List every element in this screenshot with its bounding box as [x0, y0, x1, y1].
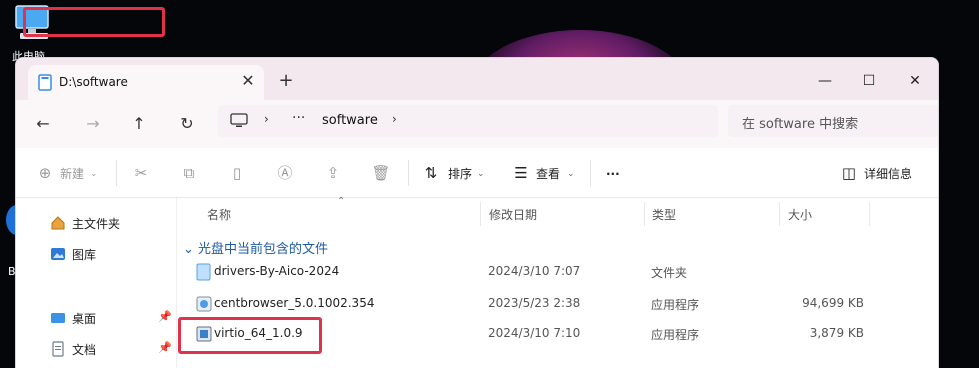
file-explorer-window: D:\software ✕ + — ☐ ✕ ← → ↑ ↻ › ··· soft… [15, 57, 939, 368]
file-size: 94,699 KB [802, 296, 864, 310]
column-header-size[interactable]: 大小 [788, 206, 812, 223]
sort-icon: ⇅ [424, 164, 438, 182]
chevron-down-icon: ⌄ [183, 242, 199, 257]
file-name: drivers-By-Aico-2024 [214, 264, 340, 278]
toolbar-divider [590, 160, 591, 186]
up-button[interactable]: ↑ [126, 112, 152, 136]
column-header-type[interactable]: 类型 [652, 206, 676, 223]
search-box[interactable]: 在 software 中搜索 [728, 105, 938, 137]
group-header[interactable]: ⌄ 光盘中当前包含的文件 [183, 238, 328, 257]
file-name: centbrowser_5.0.1002.354 [214, 296, 375, 310]
column-divider[interactable] [644, 202, 645, 226]
tab-title: D:\software [59, 75, 128, 89]
maximize-button[interactable]: ☐ [846, 66, 892, 96]
navigation-pane: 主文件夹 图库 桌面 📌 文档 📌 [16, 198, 176, 368]
file-type: 应用程序 [651, 328, 700, 342]
address-bar[interactable]: › ··· software › [218, 105, 718, 137]
toolbar-divider [116, 160, 117, 186]
breadcrumb-software[interactable]: software [322, 113, 378, 128]
details-button[interactable]: 详细信息 [864, 162, 912, 186]
new-tab-button[interactable]: + [276, 71, 296, 91]
details-pane-icon: ◫ [841, 164, 857, 182]
new-plus-icon: ⊕ [38, 164, 52, 182]
column-divider[interactable] [869, 202, 870, 226]
gallery-icon [50, 246, 66, 262]
sort-button[interactable]: 排序 [448, 162, 472, 186]
copy-icon[interactable]: ⧉ [178, 162, 200, 184]
new-button[interactable]: 新建 [60, 162, 84, 186]
file-type: 应用程序 [651, 298, 700, 312]
table-row[interactable]: centbrowser_5.0.1002.354 2023/5/23 2:38 … [176, 290, 938, 320]
documents-icon [50, 341, 66, 357]
home-icon [50, 215, 66, 231]
title-bar: D:\software ✕ + — ☐ ✕ [16, 58, 938, 100]
more-options-button[interactable]: ··· [606, 162, 620, 186]
rename-icon[interactable]: Ⓐ [274, 162, 296, 184]
column-divider[interactable] [779, 202, 780, 226]
chevron-right-icon[interactable]: › [264, 112, 269, 126]
table-row[interactable]: virtio_64_1.0.9 2024/3/10 7:10 应用程序 3,87… [176, 320, 938, 350]
file-date: 2024/3/10 7:07 [488, 264, 581, 278]
file-name: virtio_64_1.0.9 [214, 326, 303, 340]
column-header-date[interactable]: 修改日期 [489, 206, 537, 223]
command-bar: ⊕ 新建 ⌄ ✂ ⧉ ▯ Ⓐ ⇪ 🗑 ⇅ 排序 ⌄ ☰ 查看 ⌄ ··· ◫ 详… [16, 148, 938, 198]
this-pc-desktop-icon[interactable] [12, 2, 52, 46]
close-window-button[interactable]: ✕ [892, 66, 938, 96]
forward-button[interactable]: → [80, 112, 106, 136]
table-row[interactable]: drivers-By-Aico-2024 2024/3/10 7:07 文件夹 [176, 258, 938, 288]
view-button[interactable]: 查看 [536, 162, 560, 186]
pin-icon[interactable]: 📌 [158, 310, 172, 323]
file-date: 2023/5/23 2:38 [488, 296, 581, 310]
chevron-right-icon[interactable]: › [392, 112, 397, 126]
cut-icon[interactable]: ✂ [130, 162, 152, 184]
search-placeholder: 在 software 中搜索 [742, 117, 859, 132]
installer-icon [196, 325, 212, 343]
minimize-button[interactable]: — [802, 66, 848, 96]
column-divider[interactable] [480, 202, 481, 226]
folder-icon [196, 263, 212, 281]
folder-tab-icon [38, 74, 52, 91]
chevron-down-icon: ⌄ [477, 169, 485, 179]
column-header-name[interactable]: 名称 [207, 206, 231, 223]
chevron-down-icon: ⌄ [90, 169, 98, 179]
installer-icon [196, 295, 212, 313]
sidebar-item-label: 文档 [72, 343, 97, 357]
tab-close-icon[interactable]: ✕ [238, 71, 258, 91]
sidebar-item-label: 图库 [72, 248, 97, 262]
file-size: 3,879 KB [809, 326, 864, 340]
delete-icon[interactable]: 🗑 [370, 162, 392, 184]
paste-icon[interactable]: ▯ [226, 162, 248, 184]
back-button[interactable]: ← [30, 112, 56, 136]
computer-icon[interactable] [230, 113, 248, 129]
toolbar-divider [408, 160, 409, 186]
file-type: 文件夹 [651, 266, 688, 280]
sort-ascending-icon: ⌃ [337, 196, 346, 207]
group-header-label: 光盘中当前包含的文件 [198, 242, 329, 257]
file-date: 2024/3/10 7:10 [488, 326, 581, 340]
chevron-down-icon: ⌄ [567, 169, 575, 179]
view-icon: ☰ [514, 164, 528, 182]
navigation-bar: ← → ↑ ↻ › ··· software › 在 software 中搜索 [16, 100, 938, 148]
pin-icon[interactable]: 📌 [158, 341, 172, 354]
breadcrumb-more-button[interactable]: ··· [292, 110, 305, 126]
sidebar-item-label: 主文件夹 [72, 217, 121, 231]
tab-d-software[interactable]: D:\software ✕ [28, 65, 264, 100]
refresh-button[interactable]: ↻ [174, 112, 200, 136]
desktop-folder-icon [50, 310, 66, 326]
sidebar-item-label: 桌面 [72, 312, 97, 326]
share-icon[interactable]: ⇪ [322, 162, 344, 184]
